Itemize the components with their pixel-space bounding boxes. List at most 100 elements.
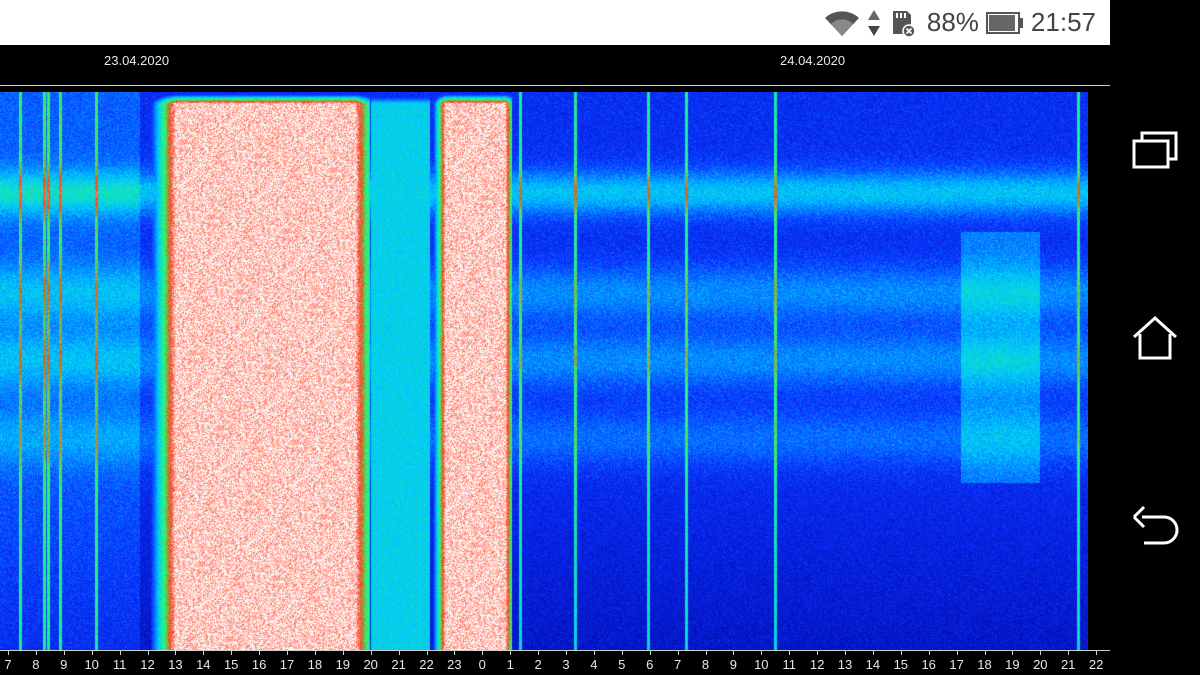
hour-tick-label: 19 bbox=[335, 657, 351, 672]
phone-screen: 88% 21:57 23.04.2020 24.04.2020 7 8 9 10 11 1… bbox=[0, 0, 1200, 675]
hour-tick bbox=[1040, 650, 1042, 655]
hour-tick bbox=[956, 650, 958, 655]
navigation-bar bbox=[1110, 0, 1200, 675]
hour-tick-label: 11 bbox=[112, 657, 127, 672]
hour-tick bbox=[817, 650, 819, 655]
hour-tick bbox=[454, 650, 456, 655]
home-button[interactable] bbox=[1125, 307, 1185, 367]
hour-tick-label: 10 bbox=[84, 657, 99, 672]
hour-tick bbox=[342, 650, 344, 655]
hour-tick bbox=[287, 650, 288, 655]
hour-tick-label: 16 bbox=[921, 657, 936, 672]
hour-tick-label: 4 bbox=[590, 657, 598, 672]
hour-tick-label: 18 bbox=[977, 657, 992, 672]
hour-tick-label: 18 bbox=[307, 657, 323, 672]
hour-tick bbox=[761, 650, 763, 655]
hour-tick bbox=[370, 650, 372, 655]
hour-tick bbox=[621, 650, 623, 655]
data-transfer-icon bbox=[867, 8, 881, 38]
recent-apps-button[interactable] bbox=[1125, 120, 1185, 180]
hour-tick bbox=[175, 650, 177, 655]
hour-tick-label: 19 bbox=[1005, 657, 1020, 672]
hour-tick bbox=[593, 650, 595, 655]
hour-tick bbox=[147, 650, 149, 655]
hour-tick bbox=[733, 650, 735, 655]
hour-tick-label: 12 bbox=[140, 657, 155, 672]
hour-tick bbox=[1096, 650, 1098, 655]
hour-tick-label: 20 bbox=[363, 657, 378, 672]
hour-tick bbox=[872, 650, 874, 655]
battery-icon bbox=[985, 8, 1025, 38]
hour-tick-label: 21 bbox=[391, 657, 406, 672]
hour-tick bbox=[538, 650, 540, 655]
hour-tick bbox=[482, 650, 484, 655]
hour-tick-label: 14 bbox=[196, 657, 211, 672]
hour-tick-label: 17 bbox=[949, 657, 964, 672]
hour-tick bbox=[928, 650, 930, 655]
hour-tick bbox=[1012, 650, 1014, 655]
hour-tick bbox=[8, 650, 9, 655]
status-bar: 88% 21:57 bbox=[0, 0, 1110, 45]
battery-percent: 88% bbox=[926, 7, 979, 37]
hour-tick bbox=[789, 650, 791, 655]
hour-tick-label: 7 bbox=[673, 657, 682, 672]
date-divider bbox=[0, 85, 1110, 86]
hour-tick bbox=[984, 650, 986, 655]
hour-tick bbox=[1068, 650, 1070, 655]
hour-tick bbox=[510, 650, 512, 655]
hour-tick-label: 13 bbox=[837, 657, 853, 672]
hour-tick-label: 0 bbox=[478, 657, 486, 672]
hour-tick bbox=[35, 650, 37, 655]
hour-tick-label: 21 bbox=[1060, 657, 1076, 672]
hour-tick-label: 15 bbox=[223, 657, 239, 672]
home-icon bbox=[1132, 315, 1178, 360]
hour-tick bbox=[314, 650, 316, 655]
status-icons: 88% 21:57 bbox=[823, 0, 1096, 45]
hour-tick-label: 3 bbox=[562, 657, 570, 672]
back-button[interactable] bbox=[1125, 494, 1185, 554]
hour-tick-label: 12 bbox=[809, 657, 825, 672]
hour-tick bbox=[203, 650, 205, 655]
hour-tick-label: 8 bbox=[32, 657, 40, 672]
status-time: 21:57 bbox=[1030, 7, 1096, 37]
hour-tick-label: 11 bbox=[782, 657, 796, 672]
hour-tick-label: 13 bbox=[168, 657, 183, 672]
hour-tick-label: 17 bbox=[279, 657, 295, 672]
hour-tick-label: 16 bbox=[251, 657, 267, 672]
spectrogram-image: 23.04.2020 24.04.2020 7 8 9 10 11 12 13 14 15 16 1… bbox=[0, 45, 1110, 675]
hour-tick-label: 7 bbox=[4, 657, 12, 672]
recent-apps-icon bbox=[1132, 131, 1178, 169]
wifi-icon bbox=[823, 8, 861, 38]
hour-tick bbox=[566, 650, 567, 655]
hour-axis: 7 8 9 10 11 12 13 14 15 16 17 18 19 20 21 22 23 0 1 2 3 4 5 6 7 8… bbox=[0, 650, 1110, 675]
back-icon bbox=[1132, 505, 1179, 545]
date-label-start: 23.04.2020 bbox=[104, 53, 170, 68]
hour-tick-label: 15 bbox=[893, 657, 909, 672]
hour-tick-label: 14 bbox=[865, 657, 881, 672]
hour-tick-label: 9 bbox=[729, 657, 738, 672]
hour-tick-label: 6 bbox=[646, 657, 654, 672]
hour-tick bbox=[677, 650, 679, 655]
hour-tick-label: 2 bbox=[534, 657, 542, 672]
hour-tick bbox=[119, 650, 121, 655]
hour-tick-label: 22 bbox=[419, 657, 434, 672]
sd-card-icon bbox=[887, 8, 917, 38]
hour-tick bbox=[398, 650, 400, 655]
hour-tick-label: 8 bbox=[701, 657, 710, 672]
date-bar: 23.04.2020 24.04.2020 bbox=[0, 45, 1110, 85]
hour-tick bbox=[900, 650, 902, 655]
hour-tick-label: 5 bbox=[618, 657, 626, 672]
hour-tick-label: 1 bbox=[506, 657, 514, 672]
hour-tick bbox=[231, 650, 233, 655]
hour-tick bbox=[649, 650, 651, 655]
hour-tick bbox=[845, 650, 846, 655]
hour-tick-label: 22 bbox=[1088, 657, 1104, 672]
hour-tick bbox=[705, 650, 707, 655]
hour-tick bbox=[91, 650, 93, 655]
date-label-end: 24.04.2020 bbox=[780, 53, 846, 68]
hour-tick-label: 23 bbox=[447, 657, 462, 672]
spectrogram-heatmap bbox=[0, 92, 1088, 650]
hour-tick bbox=[259, 650, 261, 655]
axis-line bbox=[0, 650, 1110, 651]
hour-tick bbox=[63, 650, 65, 655]
